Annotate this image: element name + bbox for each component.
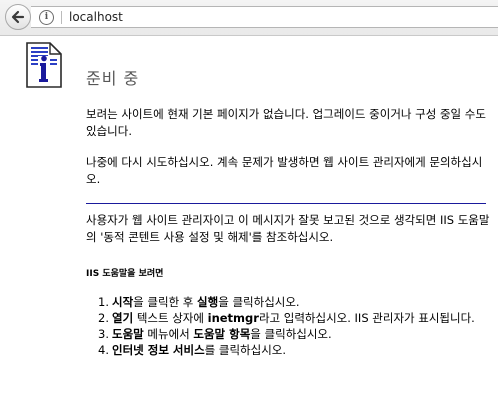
step-bold-text: 도움말 <box>112 327 144 341</box>
step-bold-text: 시작 <box>112 295 134 309</box>
step-text: 를 클릭하십시오. <box>204 343 287 357</box>
browser-toolbar: i localhost <box>0 0 498 36</box>
site-info-icon[interactable]: i <box>39 10 54 25</box>
step-text: 라고 입력하십시오. IIS 관리자가 표시됩니다. <box>258 311 475 325</box>
list-item: 1. 시작을 클릭한 후 실행을 클릭하십시오. <box>98 294 490 310</box>
help-heading: IIS 도움말을 보려면 <box>86 269 164 279</box>
address-bar[interactable]: i localhost <box>31 6 498 28</box>
step-text: 을 클릭한 후 <box>133 295 198 309</box>
step-number: 3. <box>98 327 109 341</box>
step-number: 4. <box>98 343 109 357</box>
list-item: 2. 열기 텍스트 상자에 inetmgr라고 입력하십시오. IIS 관리자가 … <box>98 310 490 326</box>
address-separator <box>61 11 62 24</box>
step-bold-text: 열기 <box>112 311 134 325</box>
help-steps-list: 1. 시작을 클릭한 후 실행을 클릭하십시오. 2. 열기 텍스트 상자에 ine… <box>98 294 490 358</box>
back-button[interactable] <box>5 4 31 30</box>
divider-line <box>86 203 486 204</box>
step-bold-text: 도움말 항목 <box>193 327 251 341</box>
back-arrow-icon <box>11 10 25 24</box>
step-number: 1. <box>98 295 109 309</box>
step-text: 을 클릭하십시오. <box>250 327 332 341</box>
document-info-icon <box>26 42 62 88</box>
step-number: 2. <box>98 311 109 325</box>
step-bold-text: 인터넷 정보 서비스 <box>112 343 205 357</box>
step-text: 메뉴에서 <box>143 327 194 341</box>
url-text[interactable]: localhost <box>69 10 123 24</box>
page-content: 준비 중 보려는 사이트에 현재 기본 페이지가 없습니다. 업그레이드 중이거… <box>0 37 498 410</box>
step-bold-text: 실행 <box>197 295 219 309</box>
message-paragraph-1: 보려는 사이트에 현재 기본 페이지가 없습니다. 업그레이드 중이거나 구성 … <box>86 107 486 138</box>
admin-note-paragraph: 사용자가 웹 사이트 관리자이고 이 메시지가 잘못 보고된 것으로 생각되면 … <box>86 213 490 244</box>
list-item: 4. 인터넷 정보 서비스를 클릭하십시오. <box>98 342 490 358</box>
message-paragraph-2: 나중에 다시 시도하십시오. 계속 문제가 발생하면 웹 사이트 관리자에게 문… <box>86 155 483 186</box>
step-bold-text: inetmgr <box>207 311 259 325</box>
list-item: 3. 도움말 메뉴에서 도움말 항목을 클릭하십시오. <box>98 326 490 342</box>
page-title: 준비 중 <box>86 69 140 88</box>
step-text: 텍스트 상자에 <box>133 311 208 325</box>
step-text: 을 클릭하십시오. <box>218 295 300 309</box>
